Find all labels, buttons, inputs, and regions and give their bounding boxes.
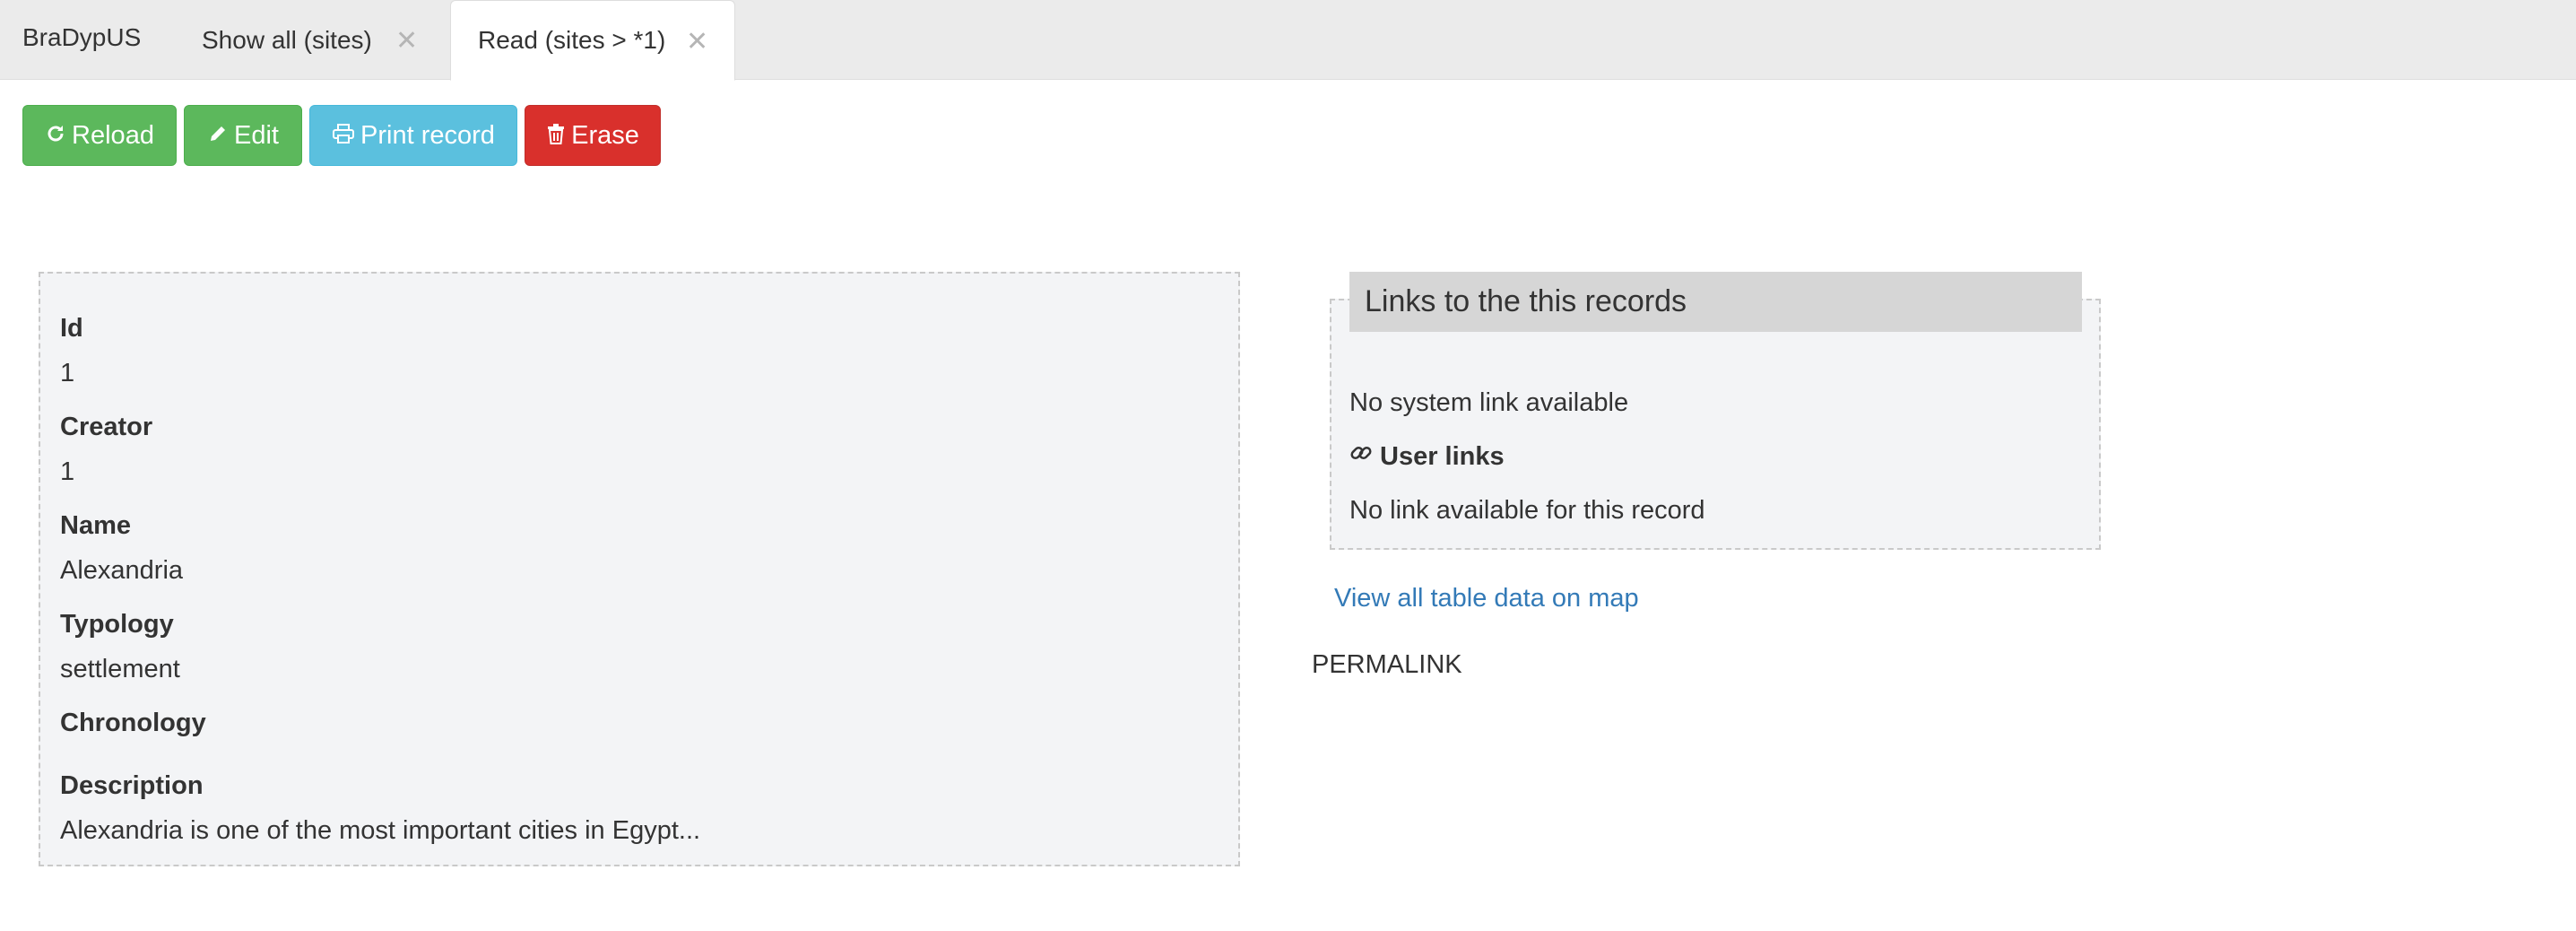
user-links-label: User links: [1380, 441, 1505, 471]
edit-label: Edit: [234, 120, 279, 150]
record-fields-panel: Id 1 Creator 1 Name Alexandria Typology …: [39, 272, 1240, 866]
tab-bar: BraDypUS Show all (sites) ✕ Read (sites …: [0, 0, 2576, 81]
permalink[interactable]: PERMALINK: [1312, 650, 1462, 680]
close-icon[interactable]: ✕: [395, 25, 418, 57]
user-links-heading: User links: [1349, 441, 1505, 472]
links-panel-header: Links to the this records: [1349, 272, 2082, 332]
field-value-name: Alexandria: [60, 556, 184, 585]
edit-button[interactable]: Edit: [184, 105, 302, 166]
erase-button[interactable]: Erase: [525, 105, 661, 166]
field-label-name: Name: [60, 511, 131, 540]
field-value-typology: settlement: [60, 655, 180, 683]
refresh-icon: [45, 123, 66, 149]
system-links-status: No system link available: [1349, 388, 1629, 417]
user-links-status: No link available for this record: [1349, 496, 1705, 525]
tab-label: Show all (sites): [202, 25, 372, 54]
link-icon: [1349, 441, 1373, 472]
tab-label: Read (sites > *1): [478, 26, 666, 54]
reload-label: Reload: [72, 120, 154, 150]
field-label-description: Description: [60, 771, 204, 800]
field-label-typology: Typology: [60, 610, 174, 639]
field-label-chronology: Chronology: [60, 709, 206, 737]
field-value-description: Alexandria is one of the most important …: [60, 816, 701, 845]
field-label-id: Id: [60, 314, 83, 343]
view-table-on-map-link[interactable]: View all table data on map: [1334, 584, 1639, 613]
field-value-creator: 1: [60, 457, 75, 486]
tab-show-all-sites[interactable]: Show all (sites) ✕: [184, 0, 448, 80]
field-label-creator: Creator: [60, 413, 153, 441]
printer-icon: [332, 123, 355, 149]
close-icon[interactable]: ✕: [686, 26, 708, 57]
trash-icon: [546, 123, 566, 149]
print-label: Print record: [360, 120, 495, 150]
tab-read-site-record[interactable]: Read (sites > *1) ✕: [450, 0, 735, 81]
field-value-id: 1: [60, 359, 75, 387]
erase-label: Erase: [571, 120, 639, 150]
reload-button[interactable]: Reload: [22, 105, 177, 166]
print-record-button[interactable]: Print record: [309, 105, 517, 166]
app-brand[interactable]: BraDypUS: [22, 23, 141, 52]
pencil-icon: [207, 123, 229, 149]
